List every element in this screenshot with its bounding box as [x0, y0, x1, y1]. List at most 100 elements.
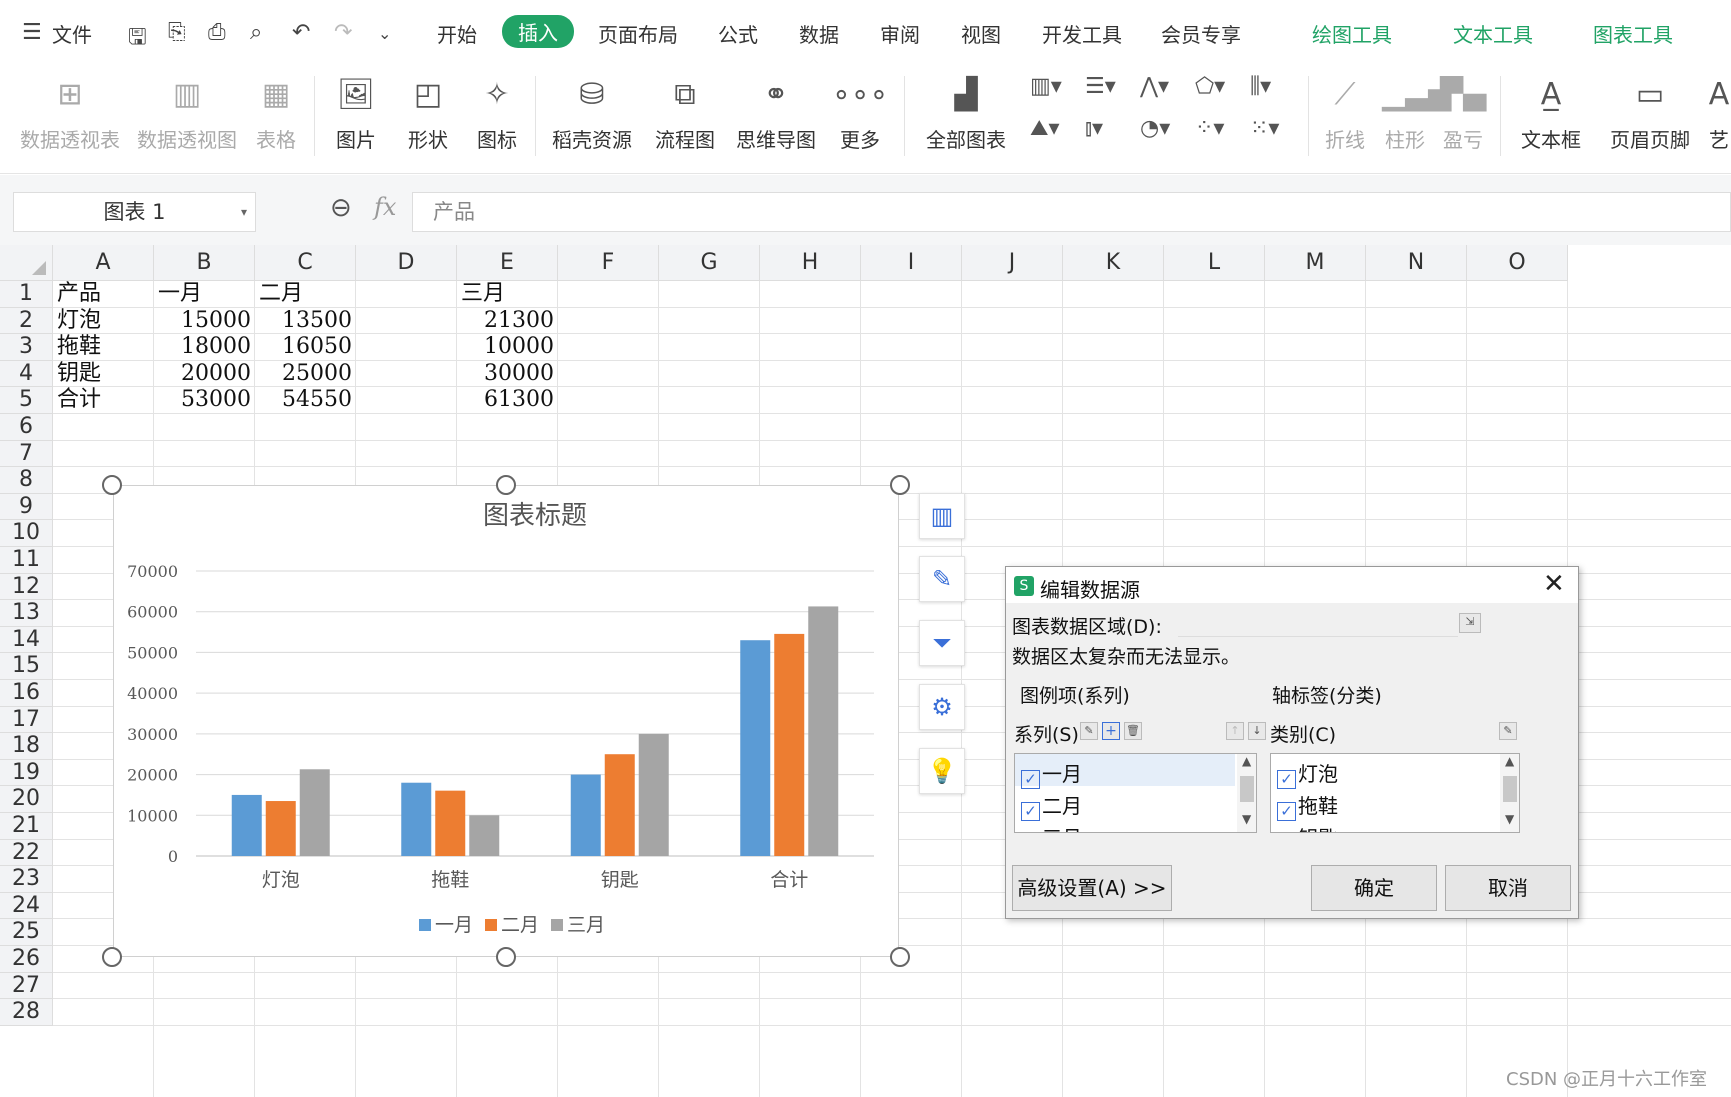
chart-object[interactable]: 图表标题 70000 60000 50000 40000 30000 20000 10000 0… — [113, 485, 899, 957]
formula-input[interactable]: 产品 — [412, 192, 1731, 232]
checkbox-checked-icon[interactable]: ✓ — [1021, 802, 1040, 821]
ok-button[interactable]: 确定 — [1311, 865, 1437, 911]
zoom-icon[interactable]: ⊖ — [330, 193, 352, 223]
cell[interactable]: 16050 — [259, 334, 352, 361]
column-header[interactable]: O — [1467, 245, 1568, 281]
customize-dropdown-icon[interactable]: ⌄ — [378, 24, 391, 43]
row-header[interactable]: 16 — [0, 680, 53, 707]
row-header[interactable]: 14 — [0, 626, 53, 654]
tab-text-tools[interactable]: 文本工具 — [1453, 19, 1533, 48]
tab-drawing-tools[interactable]: 绘图工具 — [1312, 19, 1392, 48]
row-header[interactable]: 28 — [0, 999, 53, 1026]
row-header[interactable]: 21 — [0, 813, 53, 840]
function-icon[interactable]: fx — [374, 193, 396, 221]
delete-series-icon[interactable]: 🗑 — [1124, 722, 1142, 740]
line-chart-icon[interactable]: ⋀▾ — [1140, 74, 1169, 99]
series-item[interactable]: ✓三月 — [1021, 822, 1082, 832]
docer-resources-button[interactable]: ⛁ 稻壳资源 — [550, 66, 634, 166]
scrollbar[interactable]: ▲ ▼ — [1237, 754, 1256, 832]
chart-settings-button[interactable]: ⚙ — [919, 684, 965, 730]
row-header[interactable]: 4 — [0, 360, 53, 388]
column-header[interactable]: C — [255, 245, 356, 281]
tab-member[interactable]: 会员专享 — [1161, 19, 1241, 48]
cell[interactable]: 53000 — [158, 387, 251, 414]
row-header[interactable]: 8 — [0, 467, 53, 494]
tab-formulas[interactable]: 公式 — [718, 19, 758, 48]
tab-data[interactable]: 数据 — [799, 19, 839, 48]
column-header[interactable]: E — [457, 245, 558, 281]
close-icon[interactable]: ✕ — [1543, 569, 1565, 599]
row-header[interactable]: 27 — [0, 972, 53, 1000]
row-header[interactable]: 6 — [0, 414, 53, 441]
tab-chart-tools[interactable]: 图表工具 — [1593, 19, 1673, 48]
all-charts-button[interactable]: ▟ 全部图表 — [920, 66, 1012, 166]
pivot-chart-button[interactable]: ▥ 数据透视图 — [137, 66, 237, 166]
edit-series-icon[interactable]: ✎ — [1080, 722, 1098, 740]
bar-chart-icon[interactable]: ☰▾ — [1085, 74, 1116, 99]
row-header[interactable]: 9 — [0, 493, 53, 521]
column-header[interactable]: F — [558, 245, 659, 281]
row-header[interactable]: 3 — [0, 334, 53, 361]
chevron-down-icon[interactable]: ▾ — [241, 193, 247, 231]
cell[interactable]: 15000 — [158, 308, 251, 335]
cell[interactable]: 10000 — [461, 334, 554, 361]
cell[interactable]: 一月 — [158, 281, 251, 308]
row-header[interactable]: 18 — [0, 733, 53, 760]
add-series-icon[interactable]: + — [1102, 722, 1120, 740]
category-item[interactable]: ✓ 拖鞋 — [1277, 790, 1338, 821]
row-header[interactable]: 24 — [0, 892, 53, 920]
table-button[interactable]: ▦ 表格 — [254, 66, 298, 166]
row-header[interactable]: 2 — [0, 307, 53, 335]
more-button[interactable]: ∘∘∘ 更多 — [832, 66, 888, 166]
cell[interactable]: 61300 — [461, 387, 554, 414]
name-box[interactable]: 图表 1 ▾ — [13, 192, 256, 232]
combo-chart-icon[interactable]: ⫾▾ — [1085, 116, 1103, 141]
pie-chart-icon[interactable]: ◔▾ — [1140, 116, 1170, 141]
cell[interactable]: 合计 — [57, 387, 150, 414]
row-header[interactable]: 19 — [0, 759, 53, 787]
row-header[interactable]: 20 — [0, 786, 53, 813]
select-all-corner[interactable] — [0, 245, 53, 281]
row-header[interactable]: 22 — [0, 839, 53, 867]
resize-handle-bl[interactable] — [102, 947, 122, 967]
area-chart-icon[interactable]: ⛰▾ — [1030, 116, 1060, 141]
art-text-button[interactable]: A艺 — [1707, 66, 1731, 166]
row-header[interactable]: 12 — [0, 573, 53, 601]
scroll-up-icon[interactable]: ▲ — [1505, 754, 1514, 768]
scroll-thumb[interactable] — [1240, 776, 1254, 802]
scrollbar[interactable]: ▲ ▼ — [1500, 754, 1519, 832]
cell[interactable]: 25000 — [259, 361, 352, 388]
chart-tips-button[interactable]: 💡 — [919, 748, 965, 794]
cell[interactable]: 拖鞋 — [57, 334, 150, 361]
row-header[interactable]: 17 — [0, 706, 53, 734]
flowchart-button[interactable]: ⧉ 流程图 — [654, 66, 716, 166]
resize-handle-bm[interactable] — [496, 947, 516, 967]
print-icon[interactable]: ⎙ — [208, 20, 226, 45]
cell[interactable]: 二月 — [259, 281, 352, 308]
scroll-thumb[interactable] — [1503, 776, 1517, 802]
undo-icon[interactable]: ↶ — [292, 20, 310, 45]
checkbox-checked-icon[interactable]: ✓ — [1277, 802, 1296, 821]
chart-styles-button[interactable]: ✎ — [919, 556, 965, 602]
column-header[interactable]: B — [154, 245, 255, 281]
cancel-button[interactable]: 取消 — [1445, 865, 1571, 911]
cell[interactable]: 30000 — [461, 361, 554, 388]
checkbox-checked-icon[interactable]: ✓ — [1021, 770, 1040, 789]
row-header[interactable]: 1 — [0, 281, 53, 308]
range-select-icon[interactable]: ⇲ — [1459, 613, 1481, 633]
bubble-chart-icon[interactable]: ⁙▾ — [1250, 116, 1279, 141]
tab-home[interactable]: 开始 — [437, 19, 477, 48]
move-up-icon[interactable]: ↑ — [1226, 722, 1244, 740]
sparkline-line-button[interactable]: ⟋ 折线 — [1322, 66, 1368, 166]
column-header[interactable]: L — [1164, 245, 1265, 281]
export-icon[interactable]: ⎘ — [168, 20, 186, 45]
cell[interactable]: 灯泡 — [57, 308, 150, 335]
shape-button[interactable]: ◰ 形状 — [400, 66, 456, 166]
advanced-settings-button[interactable]: 高级设置(A) >> — [1012, 865, 1172, 911]
column-header[interactable]: N — [1366, 245, 1467, 281]
tab-page-layout[interactable]: 页面布局 — [598, 19, 678, 48]
cell[interactable]: 13500 — [259, 308, 352, 335]
mindmap-button[interactable]: ⚭ 思维导图 — [734, 66, 818, 166]
category-item[interactable]: ✓ 灯泡 — [1277, 758, 1338, 789]
cell[interactable]: 54550 — [259, 387, 352, 414]
